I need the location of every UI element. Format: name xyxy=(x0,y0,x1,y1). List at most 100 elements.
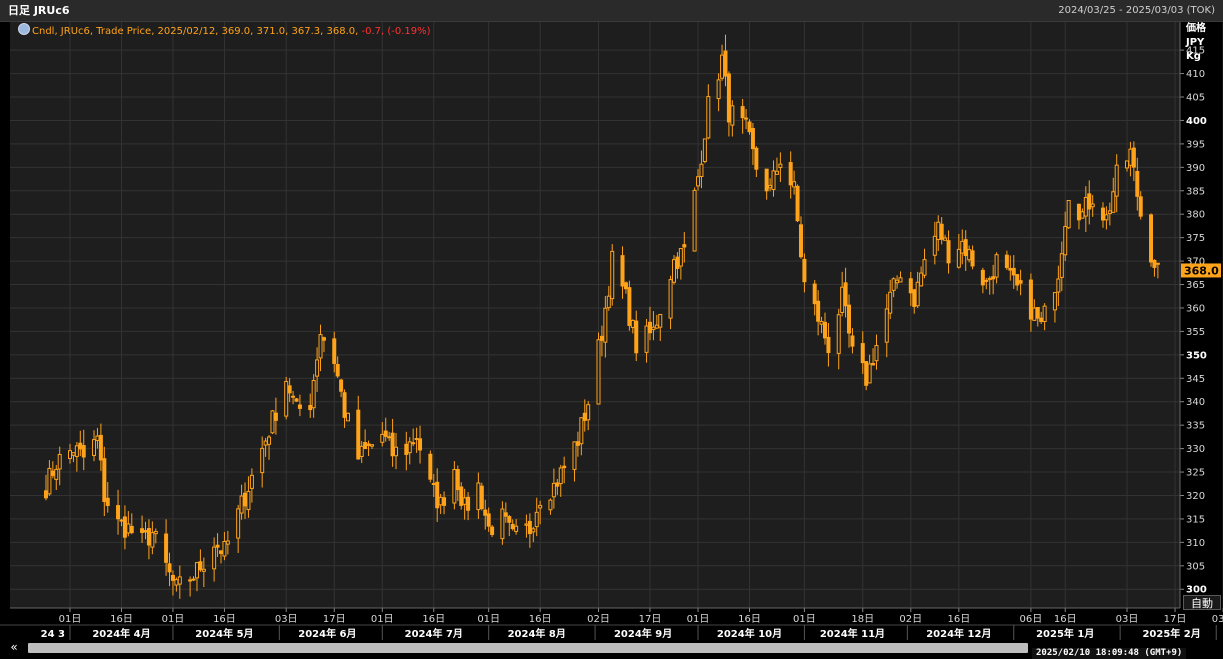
candle-body xyxy=(122,516,127,538)
candle-body xyxy=(740,106,745,119)
candle-body xyxy=(239,495,244,514)
candle-body xyxy=(778,163,783,168)
price-chart[interactable]: 3003053103153203253303353403453503553603… xyxy=(0,22,1223,641)
candle-body xyxy=(802,258,807,283)
candle-body xyxy=(404,443,409,455)
candle-body xyxy=(771,170,776,190)
candle-body xyxy=(222,540,227,557)
candle-body xyxy=(95,435,100,441)
candle-body xyxy=(874,345,879,362)
candle-body xyxy=(294,398,299,402)
month-label: 2024年 12月 xyxy=(926,627,991,640)
candle-body xyxy=(177,576,182,585)
candle-body xyxy=(345,412,350,422)
candle-body xyxy=(47,467,52,495)
candle-body xyxy=(249,474,254,489)
candle-body xyxy=(984,279,989,282)
candle-body xyxy=(847,304,852,334)
candle-body xyxy=(390,432,395,457)
candle-body xyxy=(483,509,488,516)
x-tick-label: 02日 xyxy=(899,614,922,625)
candle-body xyxy=(198,561,203,571)
candle-body xyxy=(308,405,313,411)
auto-scale-button[interactable]: 自動 xyxy=(1183,595,1221,610)
candle-body xyxy=(219,550,223,554)
candle-body xyxy=(1028,279,1033,320)
candle-body xyxy=(164,533,169,563)
month-label: 2025年 1月 xyxy=(1036,627,1094,640)
candle-body xyxy=(678,248,683,267)
candle-body xyxy=(672,259,676,283)
candle-body xyxy=(816,300,821,322)
y-tick-label: 410 xyxy=(1186,69,1205,80)
candle-body xyxy=(1128,148,1133,166)
series-settings-icon[interactable] xyxy=(18,23,30,35)
candle-body xyxy=(970,250,975,267)
scroll-left-icon[interactable]: « xyxy=(2,641,26,653)
candle-body xyxy=(723,50,728,77)
candle-body xyxy=(356,409,361,460)
candle-body xyxy=(1107,210,1112,214)
candle-body xyxy=(170,574,175,581)
candle-body xyxy=(871,362,876,366)
candle-body xyxy=(284,380,289,417)
candle-body xyxy=(534,511,539,528)
x-tick-label: 17日 xyxy=(1164,614,1187,625)
candle-body xyxy=(774,170,779,175)
candle-body xyxy=(823,321,827,339)
candle-body xyxy=(620,255,625,287)
candle-body xyxy=(627,287,632,326)
candle-body xyxy=(490,526,495,535)
candle-body xyxy=(452,469,457,504)
candle-body xyxy=(119,519,124,522)
time-scrollbar[interactable] xyxy=(28,643,1028,653)
candle-body xyxy=(1125,160,1129,169)
candle-body xyxy=(167,563,172,573)
candle-body xyxy=(623,282,628,290)
candle-body xyxy=(150,532,155,548)
x-tick-label: 01日 xyxy=(793,614,816,625)
x-tick-label: 16日 xyxy=(422,614,445,625)
last-price-label: 368.0 xyxy=(1184,264,1219,277)
candle-body xyxy=(411,442,416,445)
candle-body xyxy=(730,105,735,126)
chart-header: 日足 JRUc6 2024/03/25 - 2025/03/03 (TOK) xyxy=(0,0,1223,22)
candle-body xyxy=(215,544,220,548)
candle-body xyxy=(116,505,121,520)
candle-body xyxy=(146,528,151,546)
candle-body xyxy=(1135,170,1140,197)
x-tick-label: 17日 xyxy=(323,614,346,625)
candle-body xyxy=(315,359,320,377)
candle-body xyxy=(342,392,347,418)
candle-body xyxy=(675,256,680,269)
candle-body xyxy=(510,523,515,530)
candle-body xyxy=(194,562,199,579)
candle-body xyxy=(1083,197,1088,217)
candle-body xyxy=(1076,203,1081,221)
y-tick-label: 385 xyxy=(1186,186,1205,197)
y-tick-label: 405 xyxy=(1186,93,1205,104)
candle-body xyxy=(273,412,278,421)
candle-body xyxy=(394,446,399,457)
month-label: 2024年 6月 xyxy=(298,627,356,640)
x-tick-label: 01日 xyxy=(59,614,82,625)
timestamp: 2025/02/10 18:09:48 (GMT+9) xyxy=(1032,648,1187,659)
candle-body xyxy=(596,339,601,405)
x-tick-label: 01日 xyxy=(477,614,500,625)
candle-body xyxy=(270,410,275,434)
candle-body xyxy=(919,272,924,287)
candle-body xyxy=(726,73,731,123)
candle-body xyxy=(98,434,103,461)
y-tick-label: 345 xyxy=(1186,374,1205,385)
candle-body xyxy=(1015,274,1020,286)
candle-body xyxy=(1004,254,1009,269)
candle-body xyxy=(486,513,491,527)
candle-body xyxy=(987,277,992,281)
candle-body xyxy=(1035,307,1040,319)
candle-body xyxy=(946,240,951,264)
candle-body xyxy=(682,244,687,248)
units-price: 価格 xyxy=(1186,23,1206,34)
y-axis-units: 価格 JPY Kg xyxy=(1186,22,1206,64)
candle-body xyxy=(788,162,793,186)
x-tick-label: 01日 xyxy=(162,614,185,625)
